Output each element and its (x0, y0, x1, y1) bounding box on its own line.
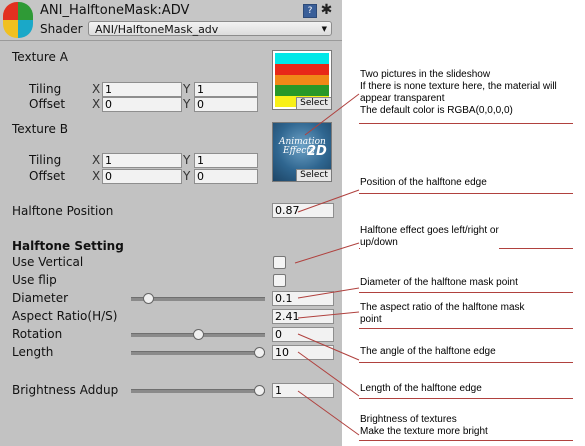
underline-length (359, 398, 573, 399)
note-aspect-line1: The aspect ratio of the halftone mask (360, 302, 525, 313)
leader-textures (304, 93, 360, 136)
note-brightness-line1: Brightness of textures (360, 414, 457, 425)
underline-brightness (359, 440, 573, 441)
note-position: Position of the halftone edge (360, 177, 487, 189)
leader-angle (297, 333, 360, 361)
underline-aspect (359, 328, 573, 329)
note-aspect-line2: point (360, 314, 382, 325)
leader-aspect (297, 311, 360, 319)
note-textures-line3: appear transparent (360, 93, 445, 104)
underline-textures (359, 123, 573, 124)
note-textures-line4: The default color is RGBA(0,0,0,0) (360, 105, 513, 116)
leader-position (297, 189, 360, 213)
note-direction: Halftone effect goes left/right or up/do… (360, 225, 499, 249)
note-direction-line1: Halftone effect goes left/right or (360, 225, 499, 236)
note-textures: Two pictures in the slideshow If there i… (360, 69, 557, 117)
note-textures-line1: Two pictures in the slideshow (360, 69, 491, 80)
leader-direction (294, 242, 360, 264)
note-brightness-line2: Make the texture more bright (360, 426, 488, 437)
note-diameter: Diameter of the halftone mask point (360, 277, 518, 289)
annotation-leader-lines (294, 93, 360, 436)
underline-angle (359, 362, 573, 363)
underline-position (359, 193, 573, 194)
note-angle: The angle of the halftone edge (360, 346, 496, 358)
leader-length (297, 351, 360, 397)
underline-diameter (359, 292, 573, 293)
note-length: Length of the halftone edge (360, 383, 482, 395)
leader-brightness (297, 390, 360, 436)
note-direction-line2: up/down (360, 237, 398, 248)
note-brightness: Brightness of textures Make the texture … (360, 414, 488, 438)
leader-diameter (297, 287, 360, 299)
note-aspect: The aspect ratio of the halftone mask po… (360, 302, 525, 326)
note-textures-line2: If there is none texture here, the mater… (360, 81, 557, 92)
